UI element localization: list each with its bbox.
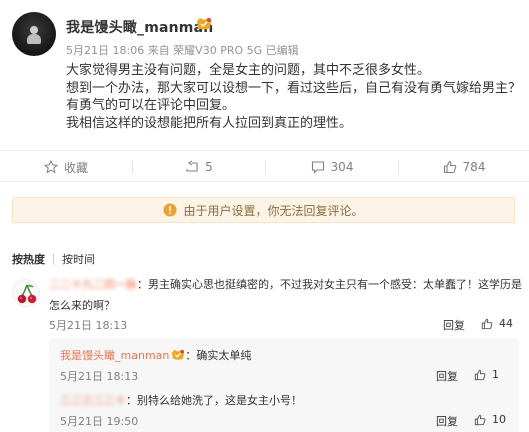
post-line: 有勇气的可以在评论中回复。 [66, 98, 236, 113]
post-header: 我是馒头瞰_manman 5月21日 18:06 来自 荣耀V30 PRO 5G… [0, 0, 529, 66]
post-body: 大家觉得男主没有问题，全是女主的问题，其中不乏很多女性。 想到一个办法，那大家可… [66, 62, 521, 132]
avatar-figure-body [27, 34, 41, 44]
post-line: 我相信这样的设想能把所有人拉回到真正的理性。 [66, 115, 353, 131]
reply-author-name[interactable]: 二二三二二十 [60, 394, 126, 407]
author-name[interactable]: 我是馒头瞰_manman [66, 17, 213, 37]
comment-reply-button[interactable]: 回复 [443, 317, 465, 333]
favorite-label: 收藏 [63, 160, 88, 175]
post-meta: 5月21日 18:06 来自 荣耀V30 PRO 5G 已编辑 [66, 44, 299, 57]
comment-line: 怎么来的啊？ [49, 299, 115, 312]
reply-time: 5月21日 18:13 [60, 370, 139, 383]
commenter-avatar[interactable] [12, 279, 40, 307]
comment-sort-tabs: 按热度 按时间 [12, 251, 95, 267]
tab-divider [53, 253, 54, 265]
comment-button[interactable]: 304 [266, 151, 398, 183]
reply-like-button[interactable]: 1 [474, 368, 499, 381]
like-button[interactable]: 784 [399, 151, 529, 183]
reply-item: 二二三二二十：别特么给她洗了，这是女主小号！ [60, 392, 302, 408]
author-avatar[interactable] [12, 12, 56, 56]
tab-sort-hot[interactable]: 按热度 [12, 251, 45, 267]
avatar-figure-head [30, 26, 38, 34]
commenter-name[interactable]: 二二十九二四一脉 [49, 278, 137, 291]
post-line: 大家觉得男主没有问题，全是女主的问题，其中不乏很多女性。 [66, 63, 431, 78]
thumbs-up-icon [481, 318, 493, 329]
comment-time: 5月21日 18:13 [49, 319, 128, 332]
comment-count: 304 [330, 160, 354, 174]
thumbs-up-icon [443, 160, 456, 174]
reply-like-count: 10 [492, 413, 506, 426]
warning-icon [163, 203, 177, 217]
reply-reply-button[interactable]: 回复 [436, 368, 458, 384]
repost-count: 5 [205, 160, 213, 174]
comment-line: ：男主确实心思也挺缜密的，不过我对女主只有一个感受：太单蠢了！这学历是 [137, 278, 522, 291]
cherry-icon [13, 280, 39, 306]
tab-sort-time[interactable]: 按时间 [62, 251, 95, 267]
reply-like-button[interactable]: 10 [474, 413, 506, 426]
vip-badge-icon [172, 349, 185, 360]
repost-icon [186, 160, 198, 172]
reply-item: 我是馒头瞰_manman ：确实太单纯 [60, 347, 251, 363]
comment-text: 二二十九二四一脉：男主确实心思也挺缜密的，不过我对女主只有一个感受：太单蠢了！这… [49, 274, 522, 316]
notice-text: 由于用户设置，你无法回复评论。 [183, 203, 364, 218]
thumbs-up-icon [474, 414, 486, 425]
repost-button[interactable]: 5 [133, 151, 265, 183]
reply-disabled-notice: 由于用户设置，你无法回复评论。 [12, 197, 515, 223]
comment-like-count: 44 [499, 317, 513, 330]
reply-reply-button[interactable]: 回复 [436, 413, 458, 429]
star-icon [43, 160, 58, 174]
comment-area: 由于用户设置，你无法回复评论。 按热度 按时间 二二十九二四一脉：男主确实心思也… [0, 183, 529, 432]
like-count: 784 [462, 160, 486, 174]
reply-author-name[interactable]: 我是馒头瞰_manman [60, 349, 169, 362]
comment-icon [311, 161, 324, 174]
reply-text: ：别特么给她洗了，这是女主小号！ [126, 394, 302, 407]
reply-text: ：确实太单纯 [185, 349, 252, 362]
reply-time: 5月21日 19:50 [60, 415, 139, 428]
reply-thread: 我是馒头瞰_manman ：确实太单纯 5月21日 18:13 回复 1 二二三… [49, 338, 519, 432]
thumbs-up-icon [474, 369, 486, 380]
favorite-button[interactable]: 收藏 [0, 151, 132, 183]
reply-like-count: 1 [492, 368, 499, 381]
comment-like-button[interactable]: 44 [481, 317, 513, 330]
post-line: 想到一个办法，那大家可以设想一下，看过这些后，自己有没有勇气嫁给男主？ [66, 80, 522, 96]
vip-badge-icon [197, 18, 211, 30]
action-bar: 收藏 5 304 784 [0, 150, 529, 182]
